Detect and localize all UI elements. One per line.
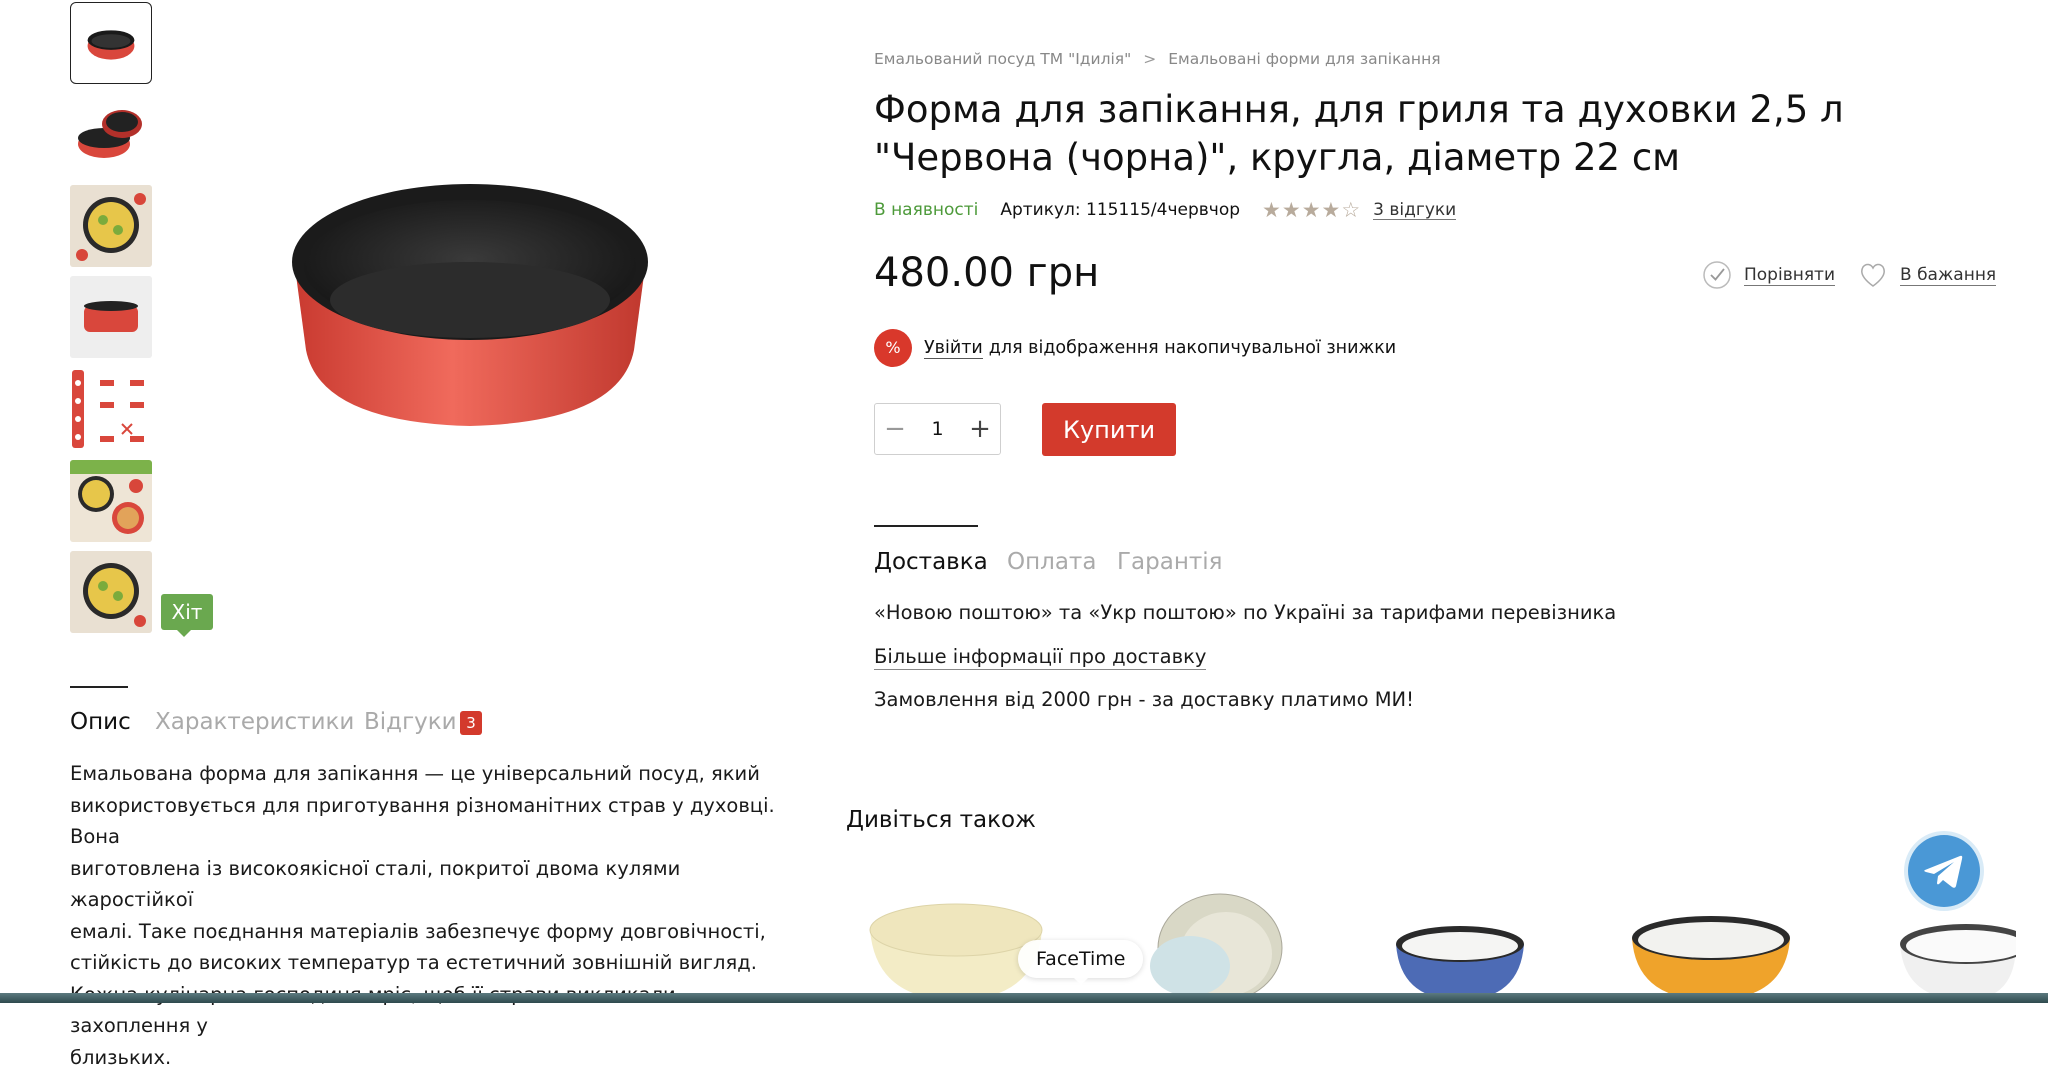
star-icon: ★ xyxy=(1262,198,1282,222)
see-also-heading: Дивіться також xyxy=(846,807,1036,833)
hit-badge: Хіт xyxy=(161,594,213,630)
free-shipping-note: Замовлення від 2000 грн - за доставку пл… xyxy=(874,688,1414,711)
thumbnail-5[interactable] xyxy=(70,368,152,450)
description-line: Кожна кулінарна господиня мріє, щоб її с… xyxy=(70,979,800,1042)
product-sku: Артикул: 115115/4червчор xyxy=(1000,200,1240,220)
buy-button[interactable]: Купити xyxy=(1042,403,1176,456)
quantity-decrease-button[interactable]: − xyxy=(875,404,915,454)
description-line: близьких. xyxy=(70,1042,800,1073)
tab-description[interactable]: Опис xyxy=(70,709,131,735)
quantity-stepper: − 1 + xyxy=(874,403,1001,455)
desc-tab-active-indicator xyxy=(70,686,128,688)
wishlist-button[interactable]: В бажання xyxy=(1858,260,1996,290)
window-bottom-edge xyxy=(0,993,2048,1003)
breadcrumb: Емальований посуд ТМ "Ідилія" > Емальовані… xyxy=(874,50,1441,68)
product-description: Емальована форма для запікання — це унів… xyxy=(70,758,800,1073)
thumbnail-7[interactable] xyxy=(70,551,152,633)
thumbnail-3[interactable] xyxy=(70,185,152,267)
reviews-link[interactable]: 3 відгуки xyxy=(1373,201,1456,220)
star-icon: ★ xyxy=(1302,198,1322,222)
delivery-more-link[interactable]: Більше інформації про доставку xyxy=(874,645,1206,670)
rating-stars: ★★★★☆ xyxy=(1262,198,1361,222)
info-tab-active-indicator xyxy=(874,525,978,527)
product-price: 480.00 грн xyxy=(874,250,1099,296)
related-product-3[interactable] xyxy=(1390,920,1530,1000)
thumbnail-2[interactable] xyxy=(70,94,152,176)
discount-row: % Увійти для відображення накопичувально… xyxy=(874,328,1396,368)
login-link[interactable]: Увійти xyxy=(924,338,983,359)
telegram-button[interactable] xyxy=(1908,835,1980,907)
description-line: стійкість до високих температур та естет… xyxy=(70,947,800,979)
tab-characteristics[interactable]: Характеристики xyxy=(155,709,354,735)
star-empty-icon: ☆ xyxy=(1341,198,1361,222)
star-icon: ★ xyxy=(1322,198,1342,222)
description-line: емалі. Таке поєднання матеріалів забезпе… xyxy=(70,916,800,948)
thumbnail-6[interactable] xyxy=(70,460,152,542)
related-product-5[interactable] xyxy=(1896,916,2016,1000)
wishlist-label: В бажання xyxy=(1900,265,1996,286)
main-product-image[interactable] xyxy=(280,160,660,440)
facetime-tooltip: FaceTime xyxy=(1018,940,1143,978)
delivery-info: «Новою поштою» та «Укр поштою» по Україн… xyxy=(874,601,1616,624)
related-product-4[interactable] xyxy=(1626,908,1796,1000)
breadcrumb-item[interactable]: Емальовані форми для запікання xyxy=(1168,50,1440,68)
related-product-1[interactable] xyxy=(866,890,1046,1000)
quantity-value[interactable]: 1 xyxy=(931,418,943,440)
description-line: виготовлена із високоякісної сталі, покр… xyxy=(70,853,800,916)
availability-status: В наявності xyxy=(874,200,978,220)
quantity-increase-button[interactable]: + xyxy=(960,404,1000,454)
compare-button[interactable]: Порівняти xyxy=(1702,260,1835,290)
check-circle-icon xyxy=(1702,260,1732,290)
description-line: Емальована форма для запікання — це унів… xyxy=(70,758,800,790)
discount-text: для відображення накопичувальної знижки xyxy=(989,338,1396,358)
breadcrumb-separator: > xyxy=(1143,50,1156,68)
percent-badge-icon: % xyxy=(874,329,912,367)
breadcrumb-item[interactable]: Емальований посуд ТМ "Ідилія" xyxy=(874,50,1131,68)
heart-icon xyxy=(1858,260,1888,290)
tab-delivery[interactable]: Доставка xyxy=(874,549,988,575)
telegram-icon xyxy=(1908,835,1980,907)
related-product-2[interactable] xyxy=(1130,888,1290,1000)
tab-reviews[interactable]: Відгуки xyxy=(364,709,457,735)
description-line: використовується для приготування різном… xyxy=(70,790,800,853)
thumbnail-1[interactable] xyxy=(70,2,152,84)
tab-payment[interactable]: Оплата xyxy=(1007,549,1096,575)
thumbnail-4[interactable] xyxy=(70,276,152,358)
product-title: Форма для запікання, для гриля та духовк… xyxy=(874,86,1974,182)
star-icon: ★ xyxy=(1282,198,1302,222)
compare-label: Порівняти xyxy=(1744,265,1835,286)
reviews-count-badge: 3 xyxy=(460,711,482,735)
tab-warranty[interactable]: Гарантія xyxy=(1117,549,1222,575)
product-meta: В наявності Артикул: 115115/4червчор ★★★… xyxy=(874,198,1456,222)
